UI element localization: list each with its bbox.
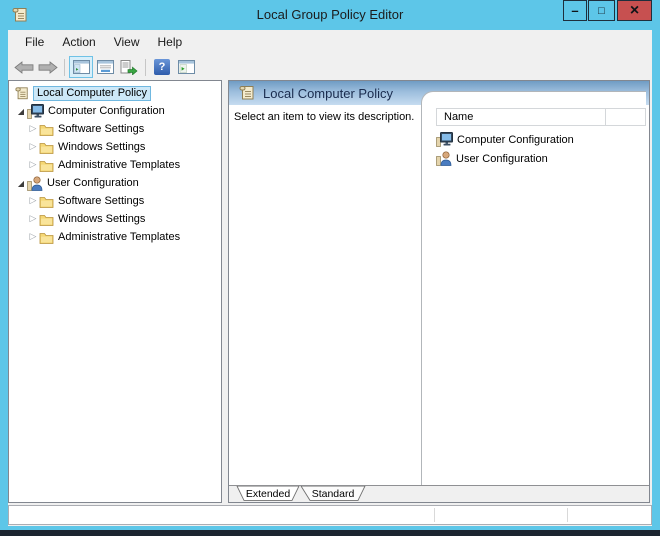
result-pane-title: Local Computer Policy [263, 86, 393, 101]
computer-icon [27, 104, 44, 119]
expand-twisty-icon[interactable]: ▷ [27, 232, 39, 242]
show-console-tree-button[interactable] [69, 56, 93, 78]
tree-node-administrative-templates[interactable]: ▷ Administrative Templates [9, 156, 221, 174]
folder-icon [39, 123, 54, 136]
menu-help[interactable]: Help [149, 33, 192, 51]
tree-node-label: Software Settings [58, 195, 144, 207]
menu-view[interactable]: View [105, 33, 149, 51]
minimize-button[interactable]: – [563, 0, 587, 21]
computer-icon [436, 132, 453, 147]
expand-twisty-icon[interactable]: ▷ [27, 214, 39, 224]
svg-text:Extended: Extended [246, 488, 291, 500]
status-divider [434, 508, 435, 522]
window-title: Local Group Policy Editor [0, 0, 660, 30]
maximize-button[interactable]: □ [588, 0, 615, 21]
name-column-header[interactable]: Name [436, 108, 606, 126]
expand-twisty-icon[interactable]: ▷ [27, 124, 39, 134]
export-list-icon [120, 60, 138, 75]
tree-node-label: Local Computer Policy [33, 86, 151, 101]
tree-node-label: Administrative Templates [58, 231, 180, 243]
client-area: File Action View Help [8, 30, 652, 526]
empty-column-header [606, 108, 646, 126]
user-icon [436, 151, 452, 166]
action-pane-icon [178, 60, 195, 74]
expand-twisty-icon[interactable]: ▷ [27, 160, 39, 170]
collapse-twisty-icon[interactable]: ◢ [15, 179, 27, 188]
tree-node-label: Software Settings [58, 123, 144, 135]
tree-node-local-computer-policy[interactable]: Local Computer Policy [9, 84, 221, 102]
export-list-button[interactable] [117, 56, 141, 78]
tree-node-label: Windows Settings [58, 213, 145, 225]
forward-button[interactable] [36, 56, 60, 78]
tree-node-windows-settings[interactable]: ▷ Windows Settings [9, 138, 221, 156]
scroll-icon [15, 86, 29, 101]
description-text: Select an item to view its description. [234, 111, 414, 123]
collapse-twisty-icon[interactable]: ◢ [15, 107, 27, 116]
list-header: Name [436, 108, 646, 126]
list-item-label: Computer Configuration [457, 134, 574, 146]
user-icon [27, 176, 43, 191]
menu-file[interactable]: File [16, 33, 53, 51]
gpedit-window: Local Group Policy Editor – □ × File Act… [0, 0, 660, 536]
tree-node-label: User Configuration [47, 177, 139, 189]
menu-action[interactable]: Action [53, 33, 104, 51]
bottom-dark-strip [0, 530, 660, 536]
tree-node-administrative-templates-user[interactable]: ▷ Administrative Templates [9, 228, 221, 246]
list-rows: Computer Configuration User Configurati [436, 130, 646, 168]
console-tree-icon [73, 60, 90, 74]
back-icon [14, 61, 34, 74]
list-item-computer-configuration[interactable]: Computer Configuration [436, 130, 646, 149]
tab-standard[interactable]: Standard [301, 486, 365, 500]
tree-node-user-configuration[interactable]: ◢ User Configuration [9, 174, 221, 192]
properties-icon [97, 60, 114, 74]
view-tabstrip: Extended Standard [229, 485, 649, 502]
tree-node-software-settings[interactable]: ▷ Software Settings [9, 120, 221, 138]
folder-icon [39, 141, 54, 154]
tab-extended[interactable]: Extended [237, 486, 299, 500]
forward-icon [38, 61, 58, 74]
tree-node-computer-configuration[interactable]: ◢ Computer Configuration [9, 102, 221, 120]
tree-node-label: Windows Settings [58, 141, 145, 153]
console-tree-pane: Local Computer Policy ◢ Computer Confi [8, 80, 222, 503]
toolbar-separator [145, 59, 146, 76]
folder-icon [39, 231, 54, 244]
expand-twisty-icon[interactable]: ▷ [27, 142, 39, 152]
help-button[interactable]: ? [150, 56, 174, 78]
svg-text:Standard: Standard [312, 488, 355, 500]
main-area: Local Computer Policy ◢ Computer Confi [8, 80, 652, 503]
tree-node-windows-settings-user[interactable]: ▷ Windows Settings [9, 210, 221, 228]
toolbar-separator [64, 59, 65, 76]
list-item-label: User Configuration [456, 153, 548, 165]
status-bar [8, 505, 652, 525]
properties-button[interactable] [93, 56, 117, 78]
result-pane: Local Computer Policy Select an item to … [228, 80, 650, 503]
folder-icon [39, 159, 54, 172]
menubar: File Action View Help [8, 30, 652, 54]
tree-node-label: Computer Configuration [48, 105, 165, 117]
tree-node-label: Administrative Templates [58, 159, 180, 171]
titlebar: Local Group Policy Editor – □ × [0, 0, 660, 30]
toolbar: ? [8, 54, 652, 80]
scroll-icon [239, 85, 255, 101]
back-button[interactable] [12, 56, 36, 78]
show-action-pane-button[interactable] [174, 56, 198, 78]
item-list-panel: Name [421, 91, 646, 486]
close-button[interactable]: × [617, 0, 652, 21]
tree-node-software-settings-user[interactable]: ▷ Software Settings [9, 192, 221, 210]
folder-icon [39, 213, 54, 226]
list-item-user-configuration[interactable]: User Configuration [436, 149, 646, 168]
help-icon: ? [154, 59, 170, 75]
folder-icon [39, 195, 54, 208]
status-divider [567, 508, 568, 522]
expand-twisty-icon[interactable]: ▷ [27, 196, 39, 206]
